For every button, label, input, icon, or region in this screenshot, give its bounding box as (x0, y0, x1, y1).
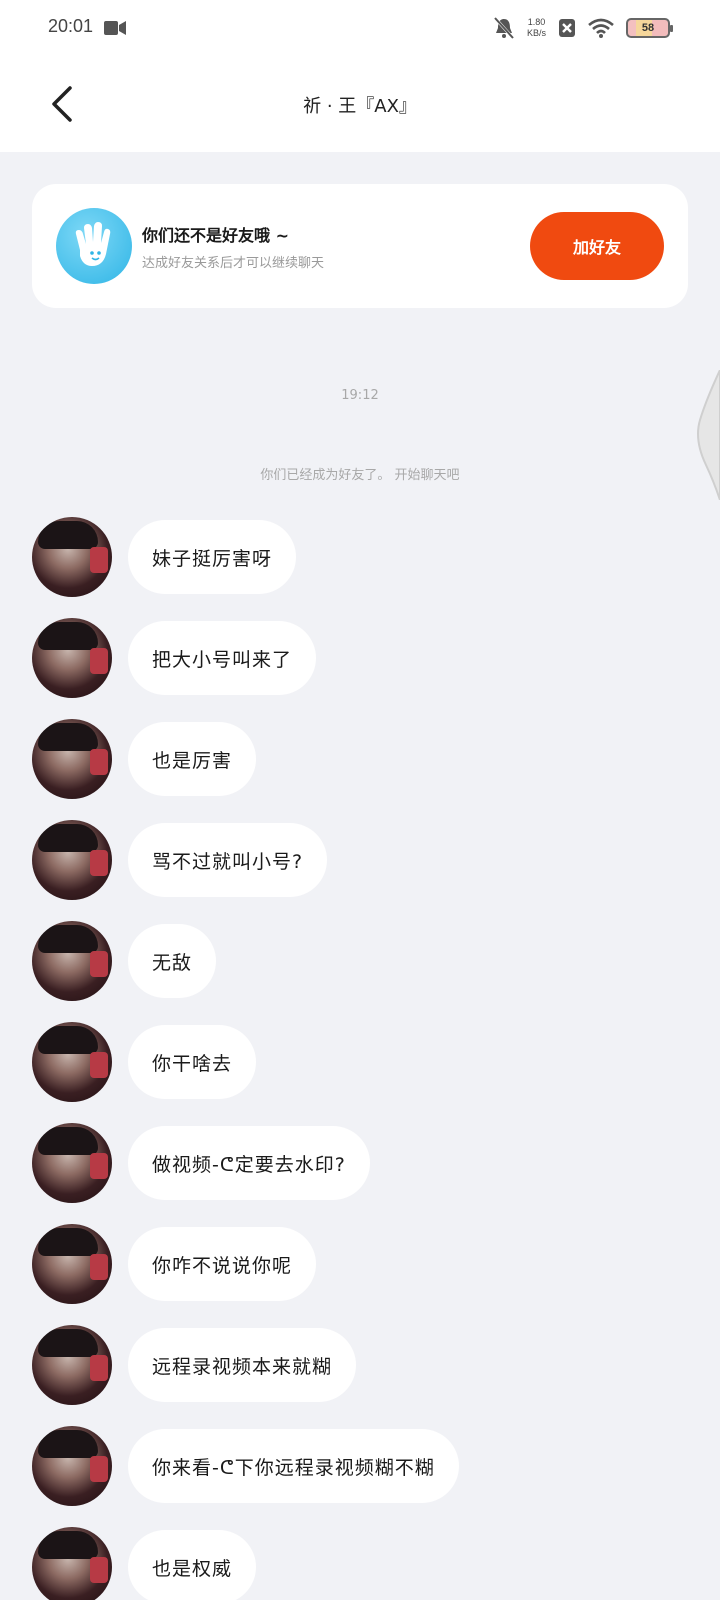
bell-muted-icon (493, 16, 515, 40)
avatar[interactable] (32, 1527, 112, 1600)
message-bubble[interactable]: 也是权威 (128, 1530, 257, 1600)
page-title: 祈 · 王『AX』 (303, 96, 417, 117)
nav-bar: 祈 · 王『AX』 (0, 56, 720, 152)
message-bubble[interactable]: 无敌 (128, 924, 217, 998)
friend-request-card: 你们还不是好友哦 ~ 达成好友关系后才可以继续聊天 加好友 (32, 184, 688, 308)
message-row: 妹子挺厉害呀 (32, 517, 297, 597)
status-icons: 1.80 KB/s 58 (493, 14, 673, 42)
message-row: 也是厉害 (32, 719, 257, 799)
message-bubble[interactable]: 把大小号叫来了 (128, 621, 317, 695)
message-bubble[interactable]: 也是厉害 (128, 722, 257, 796)
friend-card-subtitle: 达成好友关系后才可以继续聊天 (142, 256, 325, 271)
message-row: 你干啥去 (32, 1022, 257, 1102)
video-camera-icon (104, 21, 126, 35)
sim-off-icon (559, 19, 575, 37)
avatar[interactable] (32, 1426, 112, 1506)
message-row: 远程录视频本来就糊 (32, 1325, 357, 1405)
message-row: 无敌 (32, 921, 217, 1001)
avatar[interactable] (32, 1224, 112, 1304)
message-bubble[interactable]: 你咋不说说你呢 (128, 1227, 317, 1301)
avatar[interactable] (32, 921, 112, 1001)
avatar[interactable] (32, 719, 112, 799)
network-speed-value: 1.80 (527, 17, 546, 27)
network-speed: 1.80 KB/s (527, 17, 546, 39)
message-row: 骂不过就叫小号? (32, 820, 328, 900)
message-bubble[interactable]: 妹子挺厉害呀 (128, 520, 297, 594)
network-speed-unit: KB/s (526, 28, 546, 38)
avatar[interactable] (32, 618, 112, 698)
message-row: 把大小号叫来了 (32, 618, 317, 698)
friend-card-title: 你们还不是好友哦 ~ (142, 226, 289, 245)
wave-hand-icon (56, 208, 132, 284)
status-bar: 20:01 1.80 KB/s 58 (0, 0, 720, 56)
avatar[interactable] (32, 1325, 112, 1405)
message-bubble[interactable]: 你干啥去 (128, 1025, 257, 1099)
message-bubble[interactable]: 骂不过就叫小号? (128, 823, 328, 897)
avatar[interactable] (32, 1123, 112, 1203)
avatar[interactable] (32, 820, 112, 900)
avatar[interactable] (32, 517, 112, 597)
message-row: 做视频-ᕦ定要去水印? (32, 1123, 370, 1203)
status-time: 20:01 (48, 16, 94, 36)
message-bubble[interactable]: 远程录视频本来就糊 (128, 1328, 357, 1402)
chat-timestamp: 19:12 (341, 388, 379, 403)
message-bubble[interactable]: 你来看-ᕦ下你远程录视频糊不糊 (128, 1429, 459, 1503)
add-friend-button[interactable]: 加好友 (530, 212, 664, 280)
message-row: 你咋不说说你呢 (32, 1224, 317, 1304)
system-notice: 你们已经成为好友了。 开始聊天吧 (260, 468, 460, 483)
message-row: 你来看-ᕦ下你远程录视频糊不糊 (32, 1426, 459, 1506)
battery-indicator: 58 (626, 18, 673, 38)
wifi-icon (588, 18, 614, 38)
avatar[interactable] (32, 1022, 112, 1102)
message-row: 也是权威 (32, 1527, 257, 1600)
message-bubble[interactable]: 做视频-ᕦ定要去水印? (128, 1126, 370, 1200)
